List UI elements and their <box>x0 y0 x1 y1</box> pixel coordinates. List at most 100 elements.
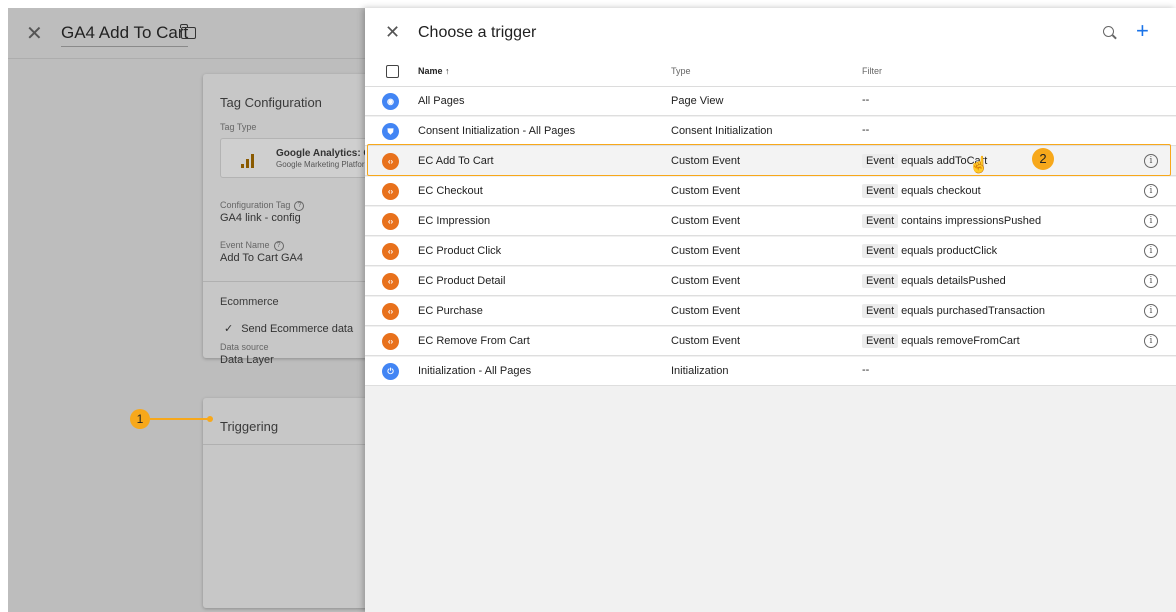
code-icon: ‹› <box>382 213 399 230</box>
help-icon: ? <box>273 240 284 251</box>
shield-icon: ⛊ <box>382 123 399 140</box>
filter-condition: equals purchasedTransaction <box>901 305 1046 317</box>
filter-variable: Event <box>862 214 899 228</box>
column-header-filter: Filter <box>862 66 882 76</box>
trigger-filter: Event contains impressionsPushed <box>862 214 1041 228</box>
trigger-name: EC Checkout <box>418 185 483 197</box>
filter-condition: equals productClick <box>901 245 998 257</box>
trigger-name: EC Remove From Cart <box>418 335 530 347</box>
table-row[interactable]: ‹› EC Purchase Custom Event Event equals pur… <box>365 297 1176 326</box>
info-icon[interactable]: i <box>1144 154 1158 168</box>
info-icon[interactable]: i <box>1144 214 1158 228</box>
table-row[interactable]: ⏻ Initialization - All Pages Initializatio… <box>365 357 1176 386</box>
filter-variable: Event <box>862 304 899 318</box>
table-row[interactable]: ‹› EC Remove From Cart Custom Event Event eq… <box>365 327 1176 356</box>
triggering-card[interactable]: Triggering <box>203 398 365 608</box>
trigger-type: Page View <box>671 95 724 107</box>
select-all-checkbox[interactable] <box>386 65 399 78</box>
code-icon: ‹› <box>382 243 399 260</box>
trigger-filter: Event equals purchasedTransaction <box>862 304 1045 318</box>
table-row[interactable]: ‹› EC Product Click Custom Event Event equal… <box>365 237 1176 266</box>
code-icon: ‹› <box>382 183 399 200</box>
filter-condition: equals removeFromCart <box>901 335 1020 347</box>
divider <box>203 444 365 445</box>
tag-name-field[interactable]: GA4 Add To Cart <box>61 23 189 47</box>
tag-type-label: Tag Type <box>220 122 257 132</box>
configuration-tag-label: Configuration Tag? <box>220 200 305 211</box>
filter-condition: -- <box>862 364 870 376</box>
trigger-filter: -- <box>862 124 869 136</box>
table-row[interactable]: ‹› EC Checkout Custom Event Event equals che… <box>365 177 1176 206</box>
trigger-name: Initialization - All Pages <box>418 365 532 377</box>
trigger-type: Custom Event <box>671 155 741 167</box>
trigger-type: Custom Event <box>671 275 741 287</box>
search-icon[interactable] <box>1103 26 1114 37</box>
plus-icon[interactable]: + <box>1136 18 1149 44</box>
table-row[interactable]: ‹› EC Add To Cart Custom Event Event equals … <box>365 147 1176 176</box>
annotation-marker-1: 1 <box>130 409 150 429</box>
panel-title: Choose a trigger <box>418 24 537 41</box>
close-icon[interactable]: ✕ <box>385 23 400 41</box>
trigger-type: Custom Event <box>671 335 741 347</box>
trigger-type: Custom Event <box>671 305 741 317</box>
annotation-line <box>150 418 211 420</box>
google-analytics-icon <box>241 154 255 168</box>
filter-variable: Event <box>862 244 899 258</box>
trigger-name: EC Product Click <box>418 245 502 257</box>
code-icon: ‹› <box>382 303 399 320</box>
power-icon: ⏻ <box>382 363 399 380</box>
info-icon[interactable]: i <box>1144 334 1158 348</box>
send-ecommerce-option: ✓ Send Ecommerce data <box>224 323 354 335</box>
eye-icon: ◉ <box>382 93 399 110</box>
info-icon[interactable]: i <box>1144 304 1158 318</box>
data-source-label: Data source <box>220 342 269 352</box>
trigger-name: EC Product Detail <box>418 275 506 287</box>
info-icon[interactable]: i <box>1144 244 1158 258</box>
trigger-name: Consent Initialization - All Pages <box>418 125 576 137</box>
event-name-label: Event Name? <box>220 240 284 251</box>
table-row[interactable]: ◉ All Pages Page View -- <box>365 87 1176 116</box>
table-row[interactable]: ‹› EC Product Detail Custom Event Event equa… <box>365 267 1176 296</box>
trigger-name: EC Purchase <box>418 305 483 317</box>
table-row[interactable]: ⛊ Consent Initialization - All Pages Conse… <box>365 117 1176 146</box>
trigger-type: Consent Initialization <box>671 125 773 137</box>
code-icon: ‹› <box>382 333 399 350</box>
trigger-filter: Event equals checkout <box>862 184 981 198</box>
column-header-type: Type <box>671 66 691 76</box>
filter-condition: equals checkout <box>901 185 981 197</box>
table-row[interactable]: ‹› EC Impression Custom Event Event contains… <box>365 207 1176 236</box>
tag-type-subtitle: Google Marketing Platform <box>276 160 365 169</box>
trigger-name: All Pages <box>418 95 465 107</box>
trigger-type: Custom Event <box>671 185 741 197</box>
filter-variable: Event <box>862 334 899 348</box>
triggering-heading: Triggering <box>220 419 279 434</box>
folder-icon[interactable] <box>180 24 196 39</box>
filter-condition: -- <box>862 94 870 106</box>
trigger-filter: -- <box>862 364 869 376</box>
close-icon[interactable]: ✕ <box>26 24 43 44</box>
filter-variable: Event <box>862 184 899 198</box>
filter-condition: contains impressionsPushed <box>901 215 1042 227</box>
trigger-filter: Event equals removeFromCart <box>862 334 1020 348</box>
tag-type-selector[interactable]: Google Analytics: GA4 Event Google Marke… <box>220 138 365 178</box>
help-icon: ? <box>294 200 305 211</box>
trigger-name: EC Add To Cart <box>418 155 494 167</box>
tag-configuration-heading: Tag Configuration <box>220 95 322 110</box>
code-icon: ‹› <box>382 273 399 290</box>
divider <box>203 281 365 282</box>
code-icon: ‹› <box>382 153 399 170</box>
filter-condition: equals detailsPushed <box>901 275 1006 287</box>
tag-configuration-card[interactable]: Tag Configuration Tag Type Google Analyt… <box>203 74 365 358</box>
check-icon: ✓ <box>224 323 234 335</box>
trigger-filter: -- <box>862 94 869 106</box>
info-icon[interactable]: i <box>1144 184 1158 198</box>
annotation-dot <box>207 416 213 422</box>
trigger-type: Initialization <box>671 365 729 377</box>
trigger-type: Custom Event <box>671 215 741 227</box>
tag-type-name: Google Analytics: GA4 Event <box>276 148 365 159</box>
event-name-value: Add To Cart GA4 <box>220 252 303 264</box>
trigger-filter: Event equals productClick <box>862 244 997 258</box>
column-header-name[interactable]: Name ↑ <box>418 66 450 76</box>
info-icon[interactable]: i <box>1144 274 1158 288</box>
trigger-name: EC Impression <box>418 215 491 227</box>
